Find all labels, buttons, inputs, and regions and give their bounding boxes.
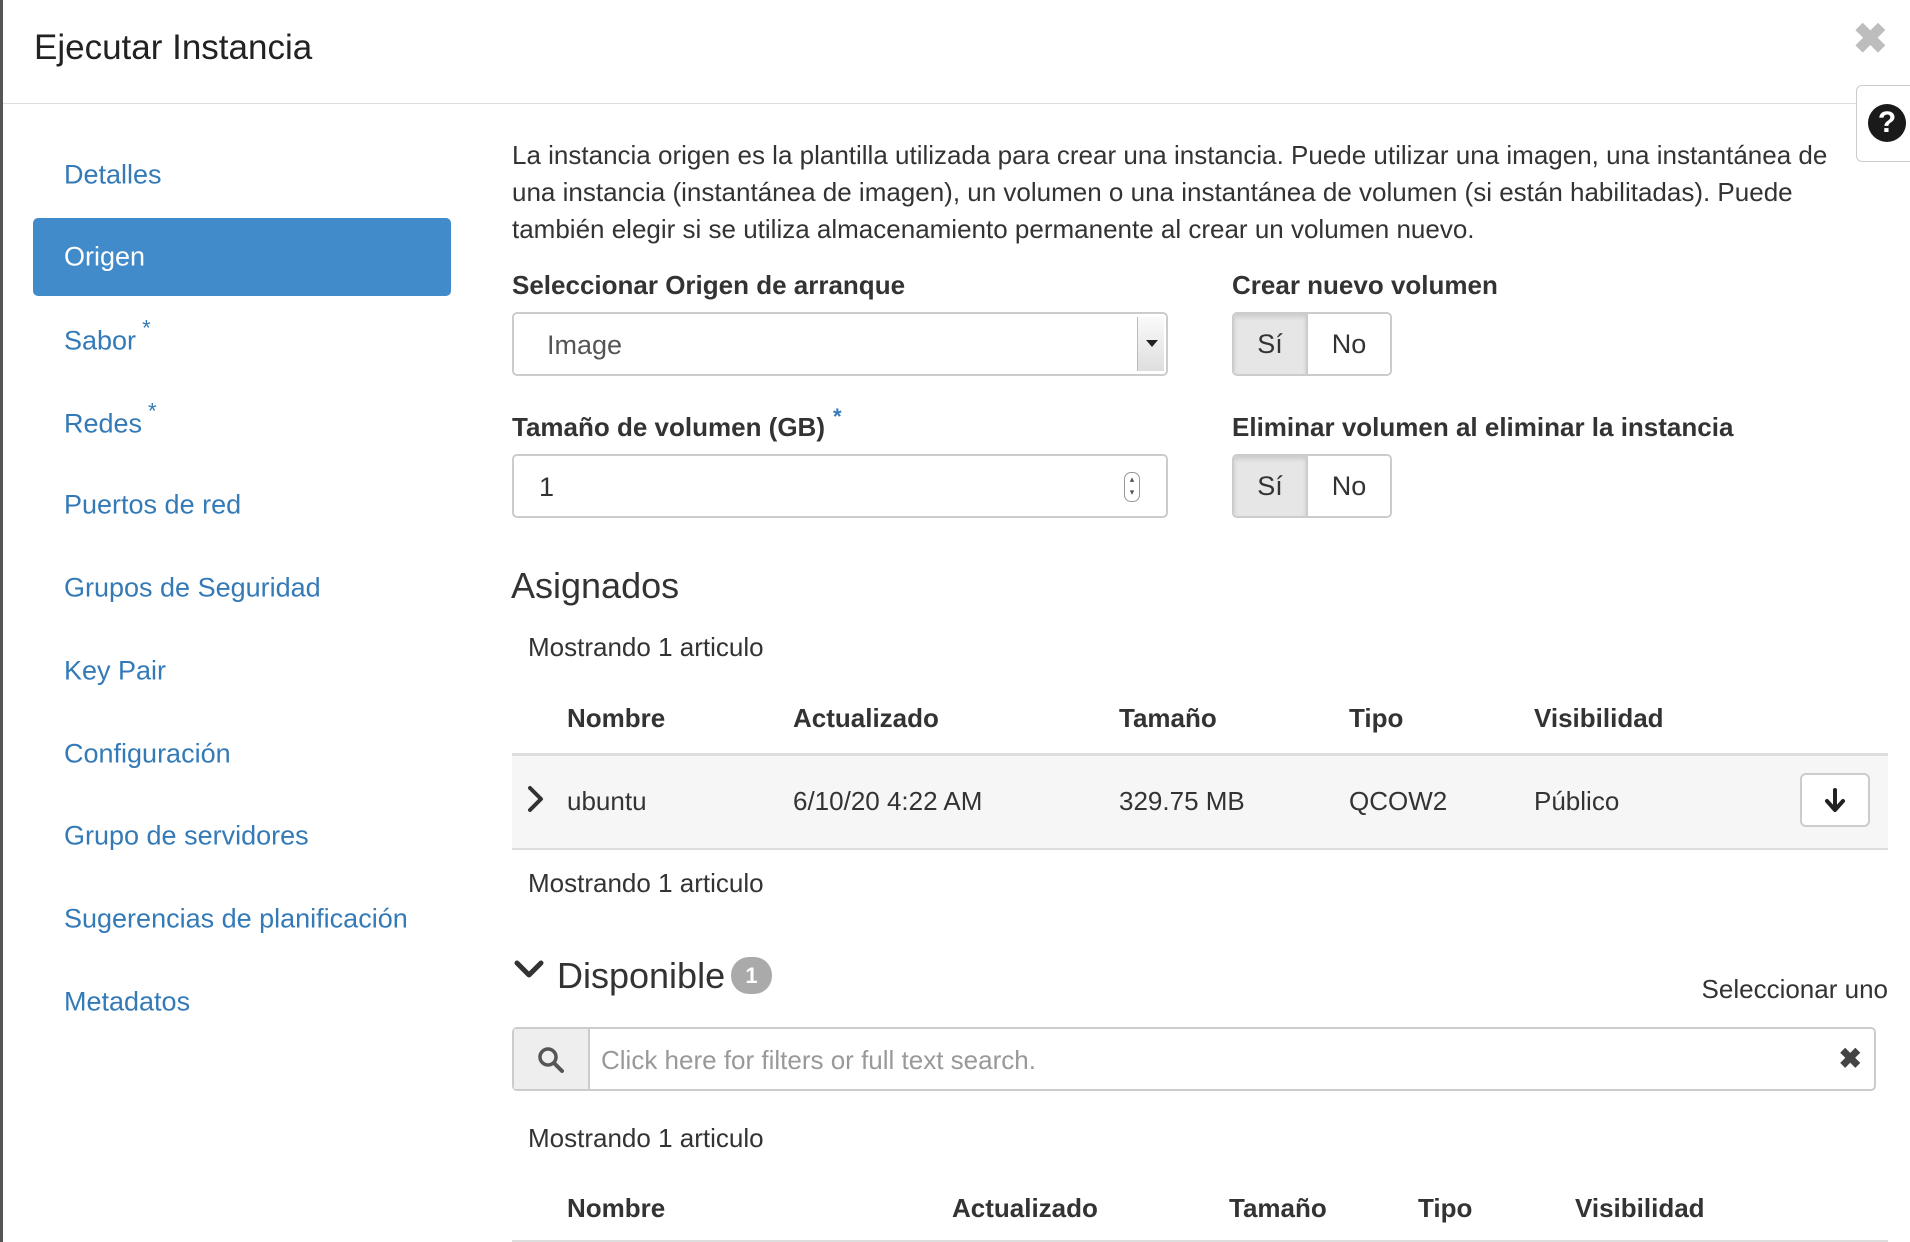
row-updated: 6/10/20 4:22 AM xyxy=(793,786,983,816)
required-mark: * xyxy=(142,315,151,341)
allocated-col-tamano[interactable]: Tamaño xyxy=(1119,703,1217,734)
nav-item-detalles[interactable]: Detalles xyxy=(33,136,451,214)
dialog-title: Ejecutar Instancia xyxy=(34,28,313,67)
nav-item-label: Sabor xyxy=(64,325,137,356)
nav-item-grupos-de-seguridad[interactable]: Grupos de Seguridad xyxy=(33,549,451,627)
nav-item-label: Detalles xyxy=(64,159,162,190)
deallocate-button[interactable] xyxy=(1800,773,1870,827)
nav-item-label: Key Pair xyxy=(64,655,167,686)
available-count-badge: 1 xyxy=(731,957,772,994)
volume-size-input[interactable]: 1 ▴ ▾ xyxy=(512,454,1168,518)
nav-item-label: Puertos de red xyxy=(64,489,242,520)
available-col-tipo[interactable]: Tipo xyxy=(1418,1193,1472,1224)
search-input[interactable] xyxy=(599,1029,1823,1091)
new-volume-label: Crear nuevo volumen xyxy=(1232,270,1498,300)
volume-size-label-wrap: Tamaño de volumen (GB) * xyxy=(512,404,842,443)
allocated-count-top: Mostrando 1 articulo xyxy=(528,632,764,662)
chevron-right-icon[interactable] xyxy=(526,785,546,818)
new-volume-toggle: Sí No xyxy=(1232,312,1392,376)
search-icon xyxy=(538,1047,564,1073)
search-bar: ✖ xyxy=(512,1027,1876,1091)
delete-volume-label: Eliminar volumen al eliminar la instanci… xyxy=(1232,412,1734,442)
row-name: ubuntu xyxy=(567,786,647,816)
allocated-count-bottom: Mostrando 1 articulo xyxy=(528,868,764,898)
nav-item-sugerencias[interactable]: Sugerencias de planificación xyxy=(33,880,451,958)
allocated-col-nombre[interactable]: Nombre xyxy=(567,703,665,734)
available-col-actualizado[interactable]: Actualizado xyxy=(952,1193,1098,1224)
nav-item-origen[interactable]: Origen xyxy=(33,218,451,296)
available-col-visibilidad[interactable]: Visibilidad xyxy=(1575,1193,1705,1224)
select-one-hint: Seleccionar uno xyxy=(1701,974,1888,1004)
allocated-col-actualizado[interactable]: Actualizado xyxy=(793,703,939,734)
close-icon[interactable]: ✖ xyxy=(1853,18,1888,60)
new-volume-no-button[interactable]: No xyxy=(1308,314,1390,374)
delete-volume-toggle: Sí No xyxy=(1232,454,1392,518)
nav-item-label: Grupos de Seguridad xyxy=(64,572,321,603)
arrow-down-icon xyxy=(1825,788,1845,812)
available-col-nombre[interactable]: Nombre xyxy=(567,1193,665,1224)
allocated-heading: Asignados xyxy=(511,565,680,606)
allocated-col-visibilidad[interactable]: Visibilidad xyxy=(1534,703,1664,734)
delete-volume-yes-button[interactable]: Sí xyxy=(1234,456,1308,516)
new-volume-yes-button[interactable]: Sí xyxy=(1234,314,1308,374)
chevron-down-icon[interactable] xyxy=(513,958,545,987)
search-addon xyxy=(514,1029,590,1089)
volume-size-value: 1 xyxy=(539,472,555,502)
nav-item-label: Sugerencias de planificación xyxy=(64,903,408,934)
nav-item-label: Metadatos xyxy=(64,986,191,1017)
nav-item-configuracion[interactable]: Configuración xyxy=(33,715,451,793)
required-mark: * xyxy=(833,404,842,429)
nav-item-label: Configuración xyxy=(64,738,231,769)
clear-icon[interactable]: ✖ xyxy=(1839,1042,1862,1075)
source-description: La instancia origen es la plantilla util… xyxy=(512,140,1828,244)
allocated-col-tipo[interactable]: Tipo xyxy=(1349,703,1403,734)
nav-item-metadatos[interactable]: Metadatos xyxy=(33,963,451,1041)
available-count: Mostrando 1 articulo xyxy=(528,1123,764,1153)
volume-size-label: Tamaño de volumen (GB) xyxy=(512,412,825,442)
row-size: 329.75 MB xyxy=(1119,786,1245,816)
boot-source-select[interactable]: Image xyxy=(512,312,1168,376)
nav-item-label: Origen xyxy=(64,241,146,272)
boot-source-label: Seleccionar Origen de arranque xyxy=(512,270,906,300)
question-circle-icon: ? xyxy=(1868,104,1906,142)
available-heading: Disponible xyxy=(557,955,726,996)
required-mark: * xyxy=(148,398,157,424)
boot-source-value: Image xyxy=(547,330,623,360)
caret-down-icon xyxy=(1137,317,1164,371)
nav-item-label: Redes xyxy=(64,408,143,439)
nav-item-key-pair[interactable]: Key Pair xyxy=(33,632,451,710)
nav-item-puertos-de-red[interactable]: Puertos de red xyxy=(33,466,451,544)
spinner-icon[interactable]: ▴ ▾ xyxy=(1124,472,1140,502)
nav-item-sabor[interactable]: Sabor * xyxy=(33,302,451,380)
nav-item-grupo-de-servidores[interactable]: Grupo de servidores xyxy=(33,797,451,875)
row-type: QCOW2 xyxy=(1349,786,1448,816)
row-visibility: Público xyxy=(1534,786,1620,816)
nav-item-label: Grupo de servidores xyxy=(64,820,309,851)
backdrop-edge xyxy=(0,0,3,1242)
available-col-tamano[interactable]: Tamaño xyxy=(1229,1193,1327,1224)
delete-volume-no-button[interactable]: No xyxy=(1308,456,1390,516)
nav-item-redes[interactable]: Redes * xyxy=(33,385,451,463)
help-button[interactable]: ? xyxy=(1856,85,1910,162)
